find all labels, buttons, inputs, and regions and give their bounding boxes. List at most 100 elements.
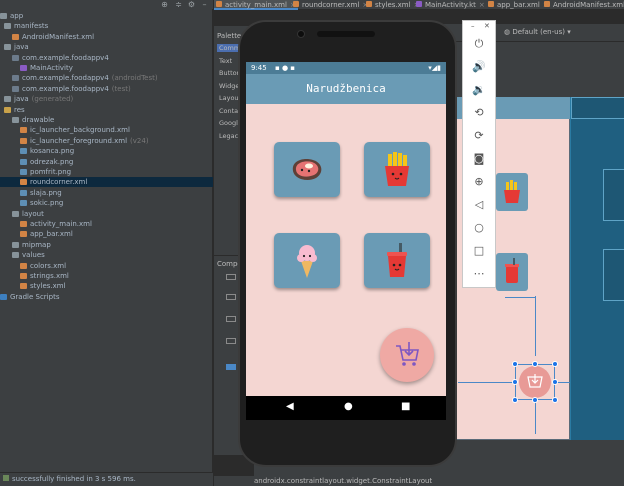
project-tree-item[interactable]: odrezak.png xyxy=(0,157,213,167)
editor-tab[interactable]: roundcorner.xml× xyxy=(291,0,370,10)
project-tree-item[interactable]: com.example.foodappv4 (androidTest) xyxy=(0,73,213,83)
order-fab-button[interactable] xyxy=(380,328,434,382)
minimize-icon[interactable]: – xyxy=(471,22,475,30)
project-tree-item[interactable]: layout xyxy=(0,209,213,219)
project-tree-item[interactable]: sokic.png xyxy=(0,198,213,208)
kt-icon xyxy=(416,1,422,7)
project-tree-item[interactable]: activity_main.xml xyxy=(0,219,213,229)
constraint-anchor[interactable] xyxy=(552,379,558,385)
resize-handle[interactable] xyxy=(512,397,518,403)
component-row[interactable] xyxy=(226,316,236,322)
globe-icon[interactable]: ⊕ xyxy=(160,0,169,9)
volume-up-icon[interactable]: 🔊 xyxy=(470,58,488,76)
component-row-selected[interactable] xyxy=(226,364,236,370)
camera-icon[interactable]: ◙ xyxy=(470,150,488,168)
resize-handle[interactable] xyxy=(552,397,558,403)
component-row[interactable] xyxy=(226,294,236,300)
close-tab-icon[interactable]: × xyxy=(479,1,485,9)
project-tree-item[interactable]: com.example.foodappv4 (test) xyxy=(0,84,213,94)
project-tree-item-label: colors.xml xyxy=(30,261,67,270)
editor-tab[interactable]: app_bar.xml× xyxy=(486,0,551,10)
more-icon[interactable]: ⋯ xyxy=(470,265,488,283)
editor-tab[interactable]: styles.xml× xyxy=(364,0,421,10)
project-tree-item[interactable]: slaja.png xyxy=(0,188,213,198)
palette-category[interactable]: Text xyxy=(219,57,232,65)
back-icon[interactable]: ◀ xyxy=(286,400,294,414)
rotate-right-icon[interactable]: ⟳ xyxy=(470,127,488,145)
project-tree-item[interactable]: kosanca.png xyxy=(0,146,213,156)
selection-box xyxy=(515,364,555,400)
food-card-steak[interactable] xyxy=(274,142,340,197)
overview-icon[interactable]: ■ xyxy=(401,400,410,414)
project-tree-item-label: ic_launcher_background.xml xyxy=(30,126,130,135)
design-soda-card[interactable] xyxy=(496,253,528,291)
gear-icon[interactable]: ⚙ xyxy=(187,0,196,9)
constraint-anchor[interactable] xyxy=(512,379,518,385)
project-tree-item[interactable]: app xyxy=(0,11,213,21)
component-row[interactable] xyxy=(226,338,236,344)
resize-handle[interactable] xyxy=(552,361,558,367)
build-success-icon xyxy=(3,475,9,481)
project-tree-item[interactable]: strings.xml xyxy=(0,271,213,281)
editor-tab[interactable]: MainActivity.kt × xyxy=(414,0,487,10)
project-tree-item[interactable]: Gradle Scripts xyxy=(0,292,213,302)
editor-tab-label: roundcorner.xml xyxy=(302,1,360,9)
blueprint-card xyxy=(603,249,624,301)
resize-handle[interactable] xyxy=(512,361,518,367)
constraint-anchor[interactable] xyxy=(532,397,538,403)
project-tree-item-label: app_bar.xml xyxy=(30,230,73,239)
constraint-line xyxy=(556,382,570,383)
locale-selector[interactable]: ◍ Default (en-us) ▾ xyxy=(504,28,571,36)
project-tree-item[interactable]: colors.xml xyxy=(0,261,213,271)
overview-icon[interactable]: □ xyxy=(470,242,488,260)
food-card-ice-cream[interactable] xyxy=(274,233,340,288)
xml-icon xyxy=(20,283,27,290)
volume-down-icon[interactable]: 🔉 xyxy=(470,81,488,99)
editor-tab-label: styles.xml xyxy=(375,1,411,9)
back-icon[interactable]: ◁ xyxy=(470,196,488,214)
component-row[interactable] xyxy=(226,274,236,280)
editor-tab[interactable]: AndroidManifest.xml× xyxy=(542,0,624,10)
food-card-soda[interactable] xyxy=(364,233,430,288)
project-tree-item[interactable]: com.example.foodappv4 xyxy=(0,53,213,63)
blueprint-view[interactable] xyxy=(570,97,624,440)
project-tree-item[interactable]: app_bar.xml xyxy=(0,229,213,239)
constraint-anchor[interactable] xyxy=(532,361,538,367)
design-fries-card[interactable] xyxy=(496,173,528,211)
png-icon xyxy=(20,200,27,207)
home-icon[interactable]: ○ xyxy=(470,219,488,237)
sort-icon[interactable]: ≑ xyxy=(174,0,183,9)
project-tree-item[interactable]: ic_launcher_background.xml xyxy=(0,125,213,135)
project-tree-item[interactable]: drawable xyxy=(0,115,213,125)
project-tree-item[interactable]: styles.xml xyxy=(0,281,213,291)
project-tree-item[interactable]: java xyxy=(0,42,213,52)
hide-icon[interactable]: – xyxy=(200,0,209,9)
home-icon[interactable]: ● xyxy=(344,400,353,414)
app-bar-title: Narudžbenica xyxy=(246,74,446,104)
power-icon[interactable]: ⏻ xyxy=(470,35,488,53)
close-icon[interactable]: ✕ xyxy=(484,22,490,30)
palette-title: Palette xyxy=(217,32,242,40)
project-tree-item[interactable]: manifests xyxy=(0,21,213,31)
zoom-icon[interactable]: ⊕ xyxy=(470,173,488,191)
project-tree-item[interactable]: mipmap xyxy=(0,240,213,250)
editor-tab[interactable]: activity_main.xml× xyxy=(214,0,298,10)
project-tree-item[interactable]: values xyxy=(0,250,213,260)
png-icon xyxy=(20,148,27,155)
project-tree-item[interactable]: roundcorner.xml xyxy=(0,177,213,188)
palette-category[interactable]: Contai xyxy=(219,107,240,115)
project-tree-item[interactable]: MainActivity xyxy=(0,63,213,73)
project-tree-item[interactable]: ic_launcher_foreground.xml (v24) xyxy=(0,136,213,146)
project-tree-item[interactable]: res xyxy=(0,105,213,115)
project-tree-item-suffix: (androidTest) xyxy=(111,74,158,83)
project-tree-item[interactable]: AndroidManifest.xml xyxy=(0,32,213,42)
rotate-left-icon[interactable]: ⟲ xyxy=(470,104,488,122)
project-tree-item[interactable]: java (generated) xyxy=(0,94,213,104)
constraint-line xyxy=(535,296,536,356)
food-card-fries[interactable] xyxy=(364,142,430,197)
project-tree-item[interactable]: pomfrit.png xyxy=(0,167,213,177)
project-tree-item-label: activity_main.xml xyxy=(30,220,92,228)
editor-tab-label: AndroidManifest.xml xyxy=(553,1,624,9)
project-tree-item-label: AndroidManifest.xml xyxy=(22,32,95,41)
project-tree-item-label: java xyxy=(14,43,29,52)
